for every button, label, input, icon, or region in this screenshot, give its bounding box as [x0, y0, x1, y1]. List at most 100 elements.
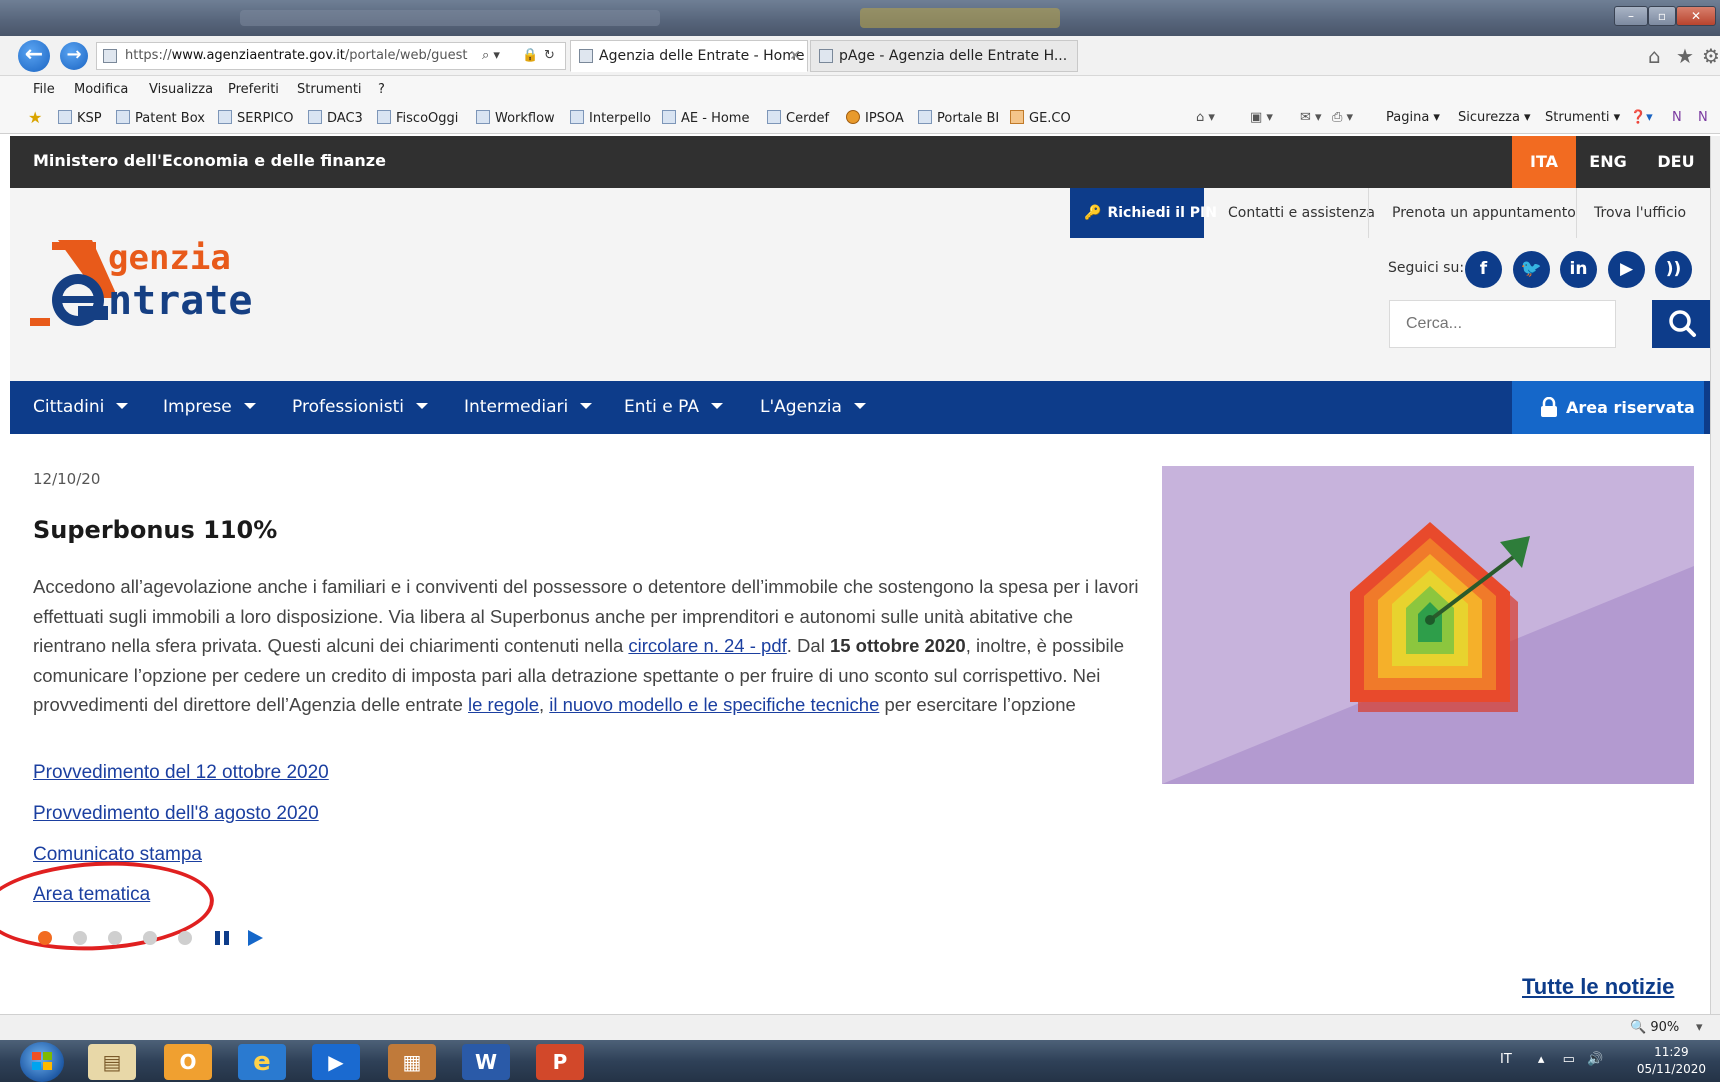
close-window-button[interactable]: ✕	[1676, 6, 1716, 26]
lang-deu[interactable]: DEU	[1644, 136, 1708, 188]
url-path: /portale/web/guest	[344, 48, 468, 63]
lang-eng[interactable]: ENG	[1576, 136, 1640, 188]
carousel-dot-2[interactable]	[73, 931, 87, 945]
richiedi-pin-button[interactable]: 🔑 Richiedi il PIN	[1070, 188, 1217, 238]
favorite-dac3[interactable]: DAC3	[308, 110, 363, 126]
facebook-icon[interactable]: f	[1465, 251, 1502, 288]
network-icon[interactable]: ▭	[1563, 1052, 1575, 1067]
rss-icon[interactable]: ))	[1655, 251, 1692, 288]
menu-help[interactable]: ?	[378, 82, 385, 97]
print-icon[interactable]: ⎙ ▾	[1332, 110, 1353, 125]
vertical-scrollbar[interactable]	[1710, 136, 1720, 1014]
tutte-le-notizie-link[interactable]: Tutte le notizie	[1522, 974, 1674, 1000]
favorite-serpico[interactable]: SERPICO	[218, 110, 293, 126]
contatti-link[interactable]: Contatti e assistenza	[1228, 188, 1375, 238]
tab-label: Agenzia delle Entrate - Home	[599, 48, 805, 64]
favorite-geco[interactable]: GE.CO	[1010, 110, 1071, 126]
twitter-icon[interactable]: 🐦	[1513, 251, 1550, 288]
home-command-icon[interactable]: ⌂ ▾	[1196, 110, 1215, 125]
explorer-taskbar-icon[interactable]: ▤	[88, 1044, 136, 1080]
play-icon[interactable]	[246, 929, 264, 947]
youtube-icon[interactable]: ▶	[1608, 251, 1645, 288]
refresh-icon[interactable]: ↻	[544, 43, 555, 69]
favorite-workflow[interactable]: Workflow	[476, 110, 555, 126]
nav-enti-pa[interactable]: Enti e PA	[624, 381, 723, 434]
system-clock[interactable]: 11:29 05/11/2020	[1637, 1044, 1706, 1078]
media-player-taskbar-icon[interactable]: ▶	[312, 1044, 360, 1080]
favorite-fiscooggi[interactable]: FiscoOggi	[377, 110, 458, 126]
nav-agenzia[interactable]: L'Agenzia	[760, 381, 866, 434]
volume-icon[interactable]: 🔊	[1587, 1052, 1603, 1067]
minimize-button[interactable]: –	[1614, 6, 1648, 26]
search-button[interactable]	[1652, 300, 1714, 348]
mail-icon[interactable]: ✉ ▾	[1300, 110, 1322, 125]
show-hidden-icons-icon[interactable]: ▴	[1538, 1052, 1545, 1067]
help-icon[interactable]: ❓▾	[1630, 110, 1653, 125]
input-language[interactable]: IT	[1500, 1052, 1512, 1067]
favorite-cerdef[interactable]: Cerdef	[767, 110, 829, 126]
menu-file[interactable]: File	[33, 82, 55, 97]
settings-gear-icon[interactable]: ⚙	[1702, 44, 1720, 68]
nav-cittadini[interactable]: Cittadini	[33, 381, 129, 434]
circolare-link[interactable]: circolare n. 24 - pdf	[628, 635, 786, 656]
carousel-dot-3[interactable]	[108, 931, 122, 945]
windows-logo-icon	[32, 1052, 52, 1070]
onenote-linked-icon[interactable]: N	[1698, 110, 1708, 125]
favorite-ipsoa[interactable]: IPSOA	[846, 110, 904, 126]
lock-icon[interactable]: 🔒	[522, 43, 538, 69]
menu-preferiti[interactable]: Preferiti	[228, 82, 279, 97]
menu-strumenti[interactable]: Strumenti	[297, 82, 362, 97]
provvedimento-12-ottobre-link[interactable]: Provvedimento del 12 ottobre 2020	[33, 762, 329, 784]
internet-explorer-taskbar-icon[interactable]: e	[238, 1044, 286, 1080]
favorite-patent-box[interactable]: Patent Box	[116, 110, 205, 126]
command-sicurezza[interactable]: Sicurezza ▾	[1458, 110, 1531, 125]
favorite-ksp[interactable]: KSP	[58, 110, 102, 126]
pause-icon[interactable]	[213, 929, 231, 947]
ministry-label[interactable]: Ministero dell'Economia e delle finanze	[33, 151, 386, 170]
onenote-icon[interactable]: N	[1672, 110, 1682, 125]
carousel-dot-4[interactable]	[143, 931, 157, 945]
prenota-link[interactable]: Prenota un appuntamento	[1392, 188, 1576, 238]
carousel-dot-5[interactable]	[178, 931, 192, 945]
nav-imprese[interactable]: Imprese	[163, 381, 256, 434]
lang-ita[interactable]: ITA	[1512, 136, 1576, 188]
regole-link[interactable]: le regole	[468, 694, 539, 715]
home-icon[interactable]: ⌂	[1648, 44, 1661, 68]
winrar-taskbar-icon[interactable]: ▦	[388, 1044, 436, 1080]
word-taskbar-icon[interactable]: W	[462, 1044, 510, 1080]
forward-button[interactable]: →	[60, 42, 88, 70]
address-bar[interactable]: https://www.agenziaentrate.gov.it/portal…	[96, 42, 566, 70]
powerpoint-taskbar-icon[interactable]: P	[536, 1044, 584, 1080]
nav-professionisti[interactable]: Professionisti	[292, 381, 428, 434]
area-riservata-button[interactable]: Area riservata	[1512, 381, 1704, 434]
carousel-dot-1[interactable]	[38, 931, 52, 945]
zoom-level[interactable]: 🔍 90%	[1630, 1020, 1679, 1035]
close-tab-icon[interactable]: ✕	[789, 41, 801, 71]
command-strumenti[interactable]: Strumenti ▾	[1545, 110, 1620, 125]
search-input[interactable]	[1389, 300, 1616, 348]
command-pagina[interactable]: Pagina ▾	[1386, 110, 1440, 125]
menu-visualizza[interactable]: Visualizza	[149, 82, 213, 97]
outlook-taskbar-icon[interactable]: O	[164, 1044, 212, 1080]
agenzia-entrate-logo[interactable]: genzia ntrate	[30, 238, 320, 338]
back-button[interactable]: ←	[18, 40, 50, 72]
favorite-portale-bi[interactable]: Portale BI	[918, 110, 999, 126]
modello-link[interactable]: il nuovo modello e le specifiche tecnich…	[549, 694, 879, 715]
favorite-interpello[interactable]: Interpello	[570, 110, 651, 126]
news-title[interactable]: Superbonus 110%	[33, 516, 277, 544]
favorite-ae-home[interactable]: AE - Home	[662, 110, 749, 126]
provvedimento-8-agosto-link[interactable]: Provvedimento dell'8 agosto 2020	[33, 803, 319, 825]
tab-agenzia-home[interactable]: Agenzia delle Entrate - Home ✕	[570, 40, 808, 72]
menu-modifica[interactable]: Modifica	[74, 82, 128, 97]
search-dropdown-icon[interactable]: ⌕ ▾	[482, 43, 500, 69]
favorites-star-icon[interactable]: ★	[28, 108, 42, 127]
favorites-star-icon[interactable]: ★	[1676, 44, 1694, 68]
nav-intermediari[interactable]: Intermediari	[464, 381, 593, 434]
maximize-button[interactable]: ▫	[1648, 6, 1676, 26]
trova-ufficio-link[interactable]: Trova l'ufficio	[1594, 188, 1686, 238]
tab-page-agenzia[interactable]: pAge - Agenzia delle Entrate H...	[810, 40, 1078, 72]
zoom-dropdown-icon[interactable]: ▾	[1696, 1020, 1703, 1035]
feeds-icon[interactable]: ▣ ▾	[1250, 110, 1273, 125]
start-button[interactable]	[20, 1042, 64, 1082]
linkedin-icon[interactable]: in	[1560, 251, 1597, 288]
